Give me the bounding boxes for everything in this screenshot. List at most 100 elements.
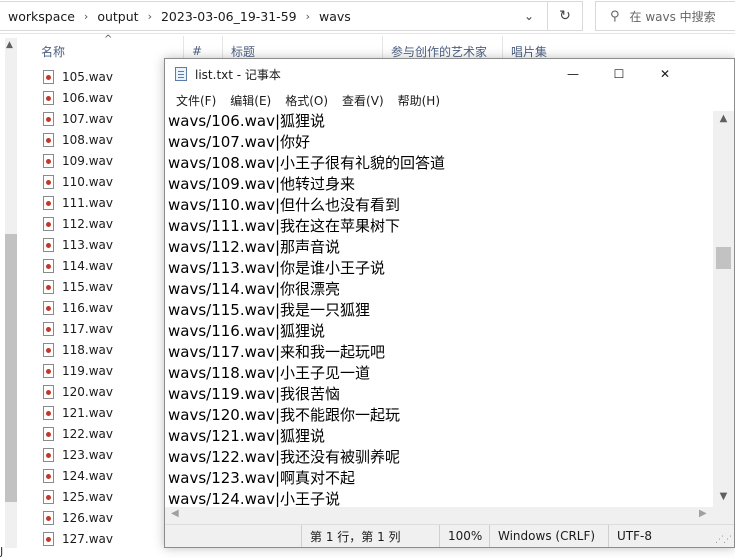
- search-input[interactable]: ⚲ 在 wavs 中搜索: [595, 1, 735, 31]
- status-cursor-position: 第 1 行，第 1 列: [301, 525, 451, 547]
- close-icon: ✕: [659, 67, 671, 81]
- chevron-down-icon[interactable]: ⌄: [512, 2, 546, 30]
- scrollbar-thumb[interactable]: [5, 234, 17, 502]
- text-line: wavs/124.wav|小王子说: [168, 490, 340, 507]
- menu-view[interactable]: 查看(V): [335, 92, 391, 109]
- list-item[interactable]: 105.wav: [40, 66, 164, 87]
- list-item[interactable]: 106.wav: [40, 87, 164, 108]
- audio-file-icon: [43, 153, 54, 168]
- audio-file-icon: [43, 384, 54, 399]
- text-line: wavs/109.wav|他转过身来: [168, 175, 355, 193]
- notepad-window[interactable]: list.txt - 记事本 — ☐ ✕ 文件(F) 编辑(E) 格式(O) 查…: [164, 58, 735, 548]
- breadcrumb-item-output[interactable]: output: [97, 9, 138, 24]
- minimize-button[interactable]: —: [550, 59, 596, 89]
- list-item[interactable]: 125.wav: [40, 486, 164, 507]
- resize-grip-icon[interactable]: ⋰⋰: [715, 535, 732, 545]
- audio-file-icon: [43, 405, 54, 420]
- breadcrumb-item-workspace[interactable]: workspace: [8, 9, 75, 24]
- audio-file-icon: [43, 90, 54, 105]
- text-line: wavs/121.wav|狐狸说: [168, 427, 325, 445]
- file-list: 105.wav 106.wav 107.wav 108.wav 109.wav …: [40, 66, 164, 549]
- scroll-up-icon[interactable]: ▲: [713, 113, 734, 124]
- chevron-right-icon: ›: [305, 9, 311, 23]
- list-item[interactable]: 110.wav: [40, 171, 164, 192]
- list-item[interactable]: 123.wav: [40, 444, 164, 465]
- list-item[interactable]: 113.wav: [40, 234, 164, 255]
- text-line: wavs/111.wav|我在这在苹果树下: [168, 217, 400, 235]
- text-line: wavs/115.wav|我是一只狐狸: [168, 301, 370, 319]
- audio-file-icon: [43, 174, 54, 189]
- close-button[interactable]: ✕: [642, 59, 688, 89]
- audio-file-icon: [43, 132, 54, 147]
- audio-file-icon: [43, 426, 54, 441]
- scrollbar-corner: [713, 507, 734, 524]
- explorer-scrollbar[interactable]: ▲ J: [0, 38, 18, 558]
- breadcrumb[interactable]: workspace › output › 2023-03-06_19-31-59…: [0, 1, 548, 31]
- text-editor[interactable]: wavs/106.wav|狐狸说 wavs/107.wav|你好 wavs/10…: [165, 111, 714, 507]
- text-line: wavs/123.wav|啊真对不起: [168, 469, 355, 487]
- audio-file-icon: [43, 111, 54, 126]
- list-item[interactable]: 119.wav: [40, 360, 164, 381]
- notepad-title-bar[interactable]: list.txt - 记事本 — ☐ ✕: [165, 59, 734, 89]
- list-item[interactable]: 115.wav: [40, 276, 164, 297]
- maximize-button[interactable]: ☐: [596, 59, 642, 89]
- column-name[interactable]: 名称: [41, 36, 181, 66]
- text-line: wavs/122.wav|我还没有被驯养呢: [168, 448, 400, 466]
- text-line: wavs/113.wav|你是谁小王子说: [168, 259, 385, 277]
- breadcrumb-item-session[interactable]: 2023-03-06_19-31-59: [161, 9, 297, 24]
- list-item[interactable]: 127.wav: [40, 528, 164, 549]
- text-line: wavs/106.wav|狐狸说: [168, 112, 325, 130]
- status-line-ending: Windows (CRLF): [489, 525, 609, 547]
- audio-file-icon: [43, 258, 54, 273]
- window-title: list.txt - 记事本: [195, 68, 281, 82]
- status-bar: 第 1 行，第 1 列 100% Windows (CRLF) UTF-8 ⋰⋰: [165, 524, 734, 547]
- menu-file[interactable]: 文件(F): [169, 92, 223, 109]
- refresh-button[interactable]: ↻: [548, 1, 583, 31]
- menu-help[interactable]: 帮助(H): [391, 92, 447, 109]
- explorer-address-bar: workspace › output › 2023-03-06_19-31-59…: [0, 0, 735, 34]
- scroll-right-icon[interactable]: ▶: [699, 508, 707, 519]
- scroll-down-icon[interactable]: ▼: [713, 491, 734, 502]
- list-item[interactable]: 124.wav: [40, 465, 164, 486]
- refresh-icon: ↻: [559, 8, 571, 24]
- text-line: wavs/116.wav|狐狸说: [168, 322, 325, 340]
- horizontal-scrollbar[interactable]: ◀ ▶: [165, 507, 713, 524]
- audio-file-icon: [43, 195, 54, 210]
- audio-file-icon: [43, 237, 54, 252]
- audio-file-icon: [43, 321, 54, 336]
- list-item[interactable]: 108.wav: [40, 129, 164, 150]
- scrollbar-thumb[interactable]: [716, 247, 731, 269]
- audio-file-icon: [43, 69, 54, 84]
- list-item[interactable]: 117.wav: [40, 318, 164, 339]
- audio-file-icon: [43, 447, 54, 462]
- audio-file-icon: [43, 531, 54, 546]
- scroll-left-icon[interactable]: ◀: [171, 508, 179, 519]
- audio-file-icon: [43, 489, 54, 504]
- audio-file-icon: [43, 468, 54, 483]
- list-item[interactable]: 114.wav: [40, 255, 164, 276]
- list-item[interactable]: 112.wav: [40, 213, 164, 234]
- search-icon: ⚲: [610, 8, 620, 24]
- list-item[interactable]: 111.wav: [40, 192, 164, 213]
- audio-file-icon: [43, 279, 54, 294]
- list-item[interactable]: 116.wav: [40, 297, 164, 318]
- text-line: wavs/120.wav|我不能跟你一起玩: [168, 406, 400, 424]
- list-item[interactable]: 121.wav: [40, 402, 164, 423]
- list-item[interactable]: 126.wav: [40, 507, 164, 528]
- scroll-up-icon[interactable]: ▲: [6, 40, 13, 50]
- text-line: wavs/119.wav|我很苦恼: [168, 385, 340, 403]
- menu-edit[interactable]: 编辑(E): [223, 92, 278, 109]
- vertical-scrollbar[interactable]: ▲ ▼: [713, 111, 734, 507]
- menu-format[interactable]: 格式(O): [278, 92, 335, 109]
- audio-file-icon: [43, 510, 54, 525]
- menu-bar: 文件(F) 编辑(E) 格式(O) 查看(V) 帮助(H): [165, 89, 734, 111]
- audio-file-icon: [43, 342, 54, 357]
- text-line: wavs/107.wav|你好: [168, 133, 310, 151]
- list-item[interactable]: 120.wav: [40, 381, 164, 402]
- status-zoom: 100%: [439, 525, 491, 547]
- list-item[interactable]: 107.wav: [40, 108, 164, 129]
- breadcrumb-item-wavs[interactable]: wavs: [319, 9, 351, 24]
- list-item[interactable]: 118.wav: [40, 339, 164, 360]
- list-item[interactable]: 122.wav: [40, 423, 164, 444]
- list-item[interactable]: 109.wav: [40, 150, 164, 171]
